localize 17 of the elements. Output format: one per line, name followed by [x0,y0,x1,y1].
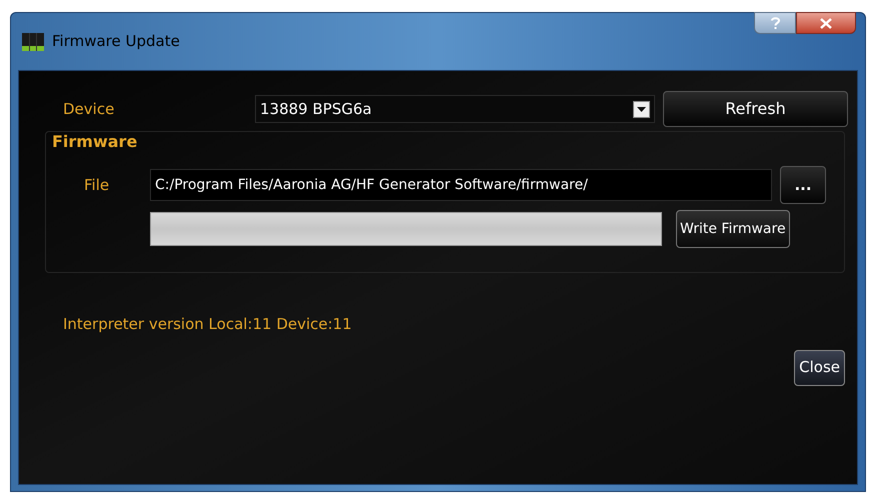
close-button[interactable]: Close [794,350,845,386]
help-icon [770,16,780,30]
firmware-heading: Firmware [51,131,138,153]
refresh-button[interactable]: Refresh [663,91,848,127]
window-title: Firmware Update [52,31,180,52]
help-button[interactable] [754,12,796,34]
file-path-field[interactable]: C:/Program Files/Aaronia AG/HF Generator Software/firmware/ [150,169,772,201]
write-firmware-button[interactable]: Write Firmware [676,210,790,248]
close-icon [820,18,832,28]
browse-button[interactable]: ... [780,166,826,204]
device-label: Device [62,98,116,120]
file-label: File [83,174,110,196]
device-dropdown[interactable]: 13889 BPSG6a [255,95,655,123]
dropdown-caret-icon [633,100,650,118]
interpreter-version-text: Interpreter version Local:11 Device:11 [63,314,353,335]
app-icon [22,32,44,50]
close-window-button[interactable] [796,12,856,34]
